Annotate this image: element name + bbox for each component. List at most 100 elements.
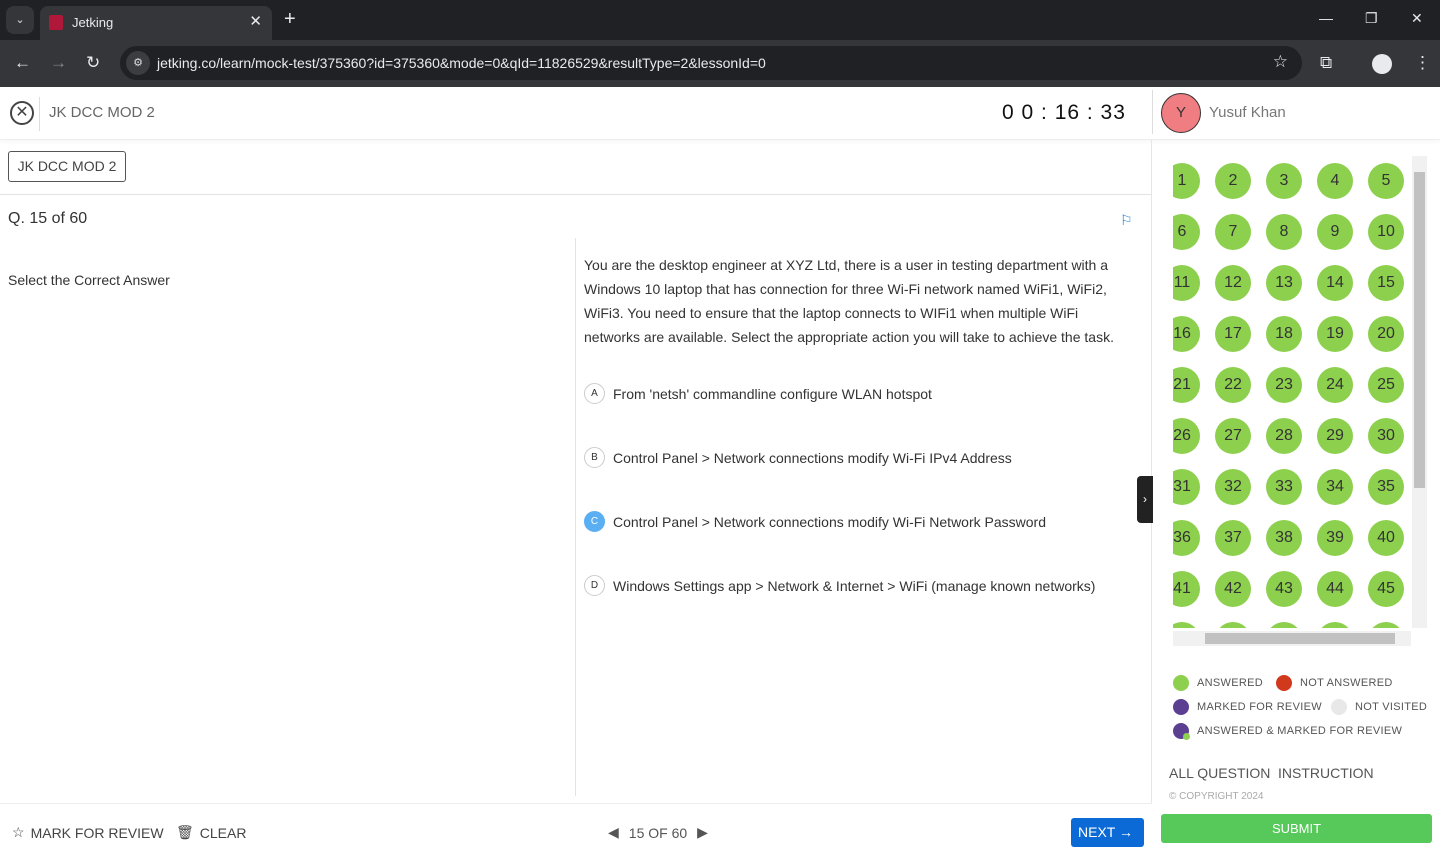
question-button-6[interactable]: 6 bbox=[1173, 214, 1200, 250]
trash-icon: 🗑 bbox=[176, 824, 194, 840]
all-question-link[interactable]: ALL QUESTION bbox=[1169, 765, 1270, 781]
question-button-18[interactable]: 18 bbox=[1266, 316, 1302, 352]
question-button-2[interactable]: 2 bbox=[1215, 163, 1251, 199]
pager-text: 15 OF 60 bbox=[628, 824, 688, 841]
question-button-17[interactable]: 17 bbox=[1215, 316, 1251, 352]
question-button-46[interactable]: 46 bbox=[1173, 622, 1200, 628]
next-icon[interactable]: ▶ bbox=[697, 824, 708, 841]
close-test-icon[interactable]: ✕ bbox=[10, 101, 34, 125]
option-a[interactable]: A From 'netsh' commandline configure WLAN… bbox=[584, 383, 932, 404]
question-button-22[interactable]: 22 bbox=[1215, 367, 1251, 403]
reload-icon[interactable]: ↻ bbox=[86, 53, 100, 73]
question-button-7[interactable]: 7 bbox=[1215, 214, 1251, 250]
question-button-45[interactable]: 45 bbox=[1368, 571, 1404, 607]
question-button-40[interactable]: 40 bbox=[1368, 520, 1404, 556]
legend-label: NOT VISITED bbox=[1355, 701, 1428, 713]
menu-icon[interactable]: ⋮ bbox=[1414, 53, 1431, 73]
question-button-31[interactable]: 31 bbox=[1173, 469, 1200, 505]
question-button-10[interactable]: 10 bbox=[1368, 214, 1404, 250]
collapse-panel-button[interactable]: › bbox=[1137, 476, 1153, 523]
question-button-8[interactable]: 8 bbox=[1266, 214, 1302, 250]
question-button-27[interactable]: 27 bbox=[1215, 418, 1251, 454]
close-tab-icon[interactable]: ✕ bbox=[249, 12, 262, 30]
question-button-13[interactable]: 13 bbox=[1266, 265, 1302, 301]
legend-not-answered: NOT ANSWERED bbox=[1276, 675, 1393, 691]
question-button-25[interactable]: 25 bbox=[1368, 367, 1404, 403]
question-button-24[interactable]: 24 bbox=[1317, 367, 1353, 403]
site-settings-icon[interactable]: ⚙ bbox=[126, 51, 150, 75]
question-button-47[interactable]: 47 bbox=[1215, 622, 1251, 628]
instruction-link[interactable]: INSTRUCTION bbox=[1278, 765, 1374, 781]
close-window-button[interactable]: ✕ bbox=[1411, 10, 1423, 27]
option-text: Control Panel > Network connections modi… bbox=[613, 449, 1012, 466]
mark-for-review-button[interactable]: ☆ MARK FOR REVIEW bbox=[12, 824, 164, 841]
timer: 0 0 : 16 : 33 bbox=[1002, 101, 1126, 124]
question-button-20[interactable]: 20 bbox=[1368, 316, 1404, 352]
question-button-4[interactable]: 4 bbox=[1317, 163, 1353, 199]
profile-icon[interactable] bbox=[1372, 54, 1392, 74]
browser-tab[interactable]: Jetking ✕ bbox=[40, 6, 272, 40]
flag-icon[interactable]: ⚐ bbox=[1120, 212, 1133, 229]
url-text[interactable]: jetking.co/learn/mock-test/375360?id=375… bbox=[157, 55, 766, 71]
question-button-12[interactable]: 12 bbox=[1215, 265, 1251, 301]
extensions-icon[interactable]: ⧉ bbox=[1320, 53, 1332, 73]
next-button[interactable]: NEXT → bbox=[1071, 818, 1144, 847]
question-button-37[interactable]: 37 bbox=[1215, 520, 1251, 556]
minimize-button[interactable]: — bbox=[1319, 10, 1333, 26]
question-button-49[interactable]: 49 bbox=[1317, 622, 1353, 628]
copyright: © COPYRIGHT 2024 bbox=[1169, 791, 1264, 802]
submit-button[interactable]: SUBMIT bbox=[1161, 814, 1432, 843]
tab-search-button[interactable]: ⌄ bbox=[6, 6, 34, 34]
question-button-15[interactable]: 15 bbox=[1368, 265, 1404, 301]
question-button-43[interactable]: 43 bbox=[1266, 571, 1302, 607]
question-button-32[interactable]: 32 bbox=[1215, 469, 1251, 505]
forward-icon[interactable]: → bbox=[50, 53, 67, 73]
question-button-39[interactable]: 39 bbox=[1317, 520, 1353, 556]
palette-horizontal-scrollbar[interactable] bbox=[1173, 631, 1411, 646]
question-button-5[interactable]: 5 bbox=[1368, 163, 1404, 199]
question-button-23[interactable]: 23 bbox=[1266, 367, 1302, 403]
question-button-34[interactable]: 34 bbox=[1317, 469, 1353, 505]
clear-button[interactable]: 🗑 CLEAR bbox=[176, 824, 246, 841]
question-button-14[interactable]: 14 bbox=[1317, 265, 1353, 301]
option-c[interactable]: C Control Panel > Network connections mod… bbox=[584, 511, 1046, 532]
option-letter: D bbox=[584, 575, 605, 596]
question-button-38[interactable]: 38 bbox=[1266, 520, 1302, 556]
section-tab[interactable]: JK DCC MOD 2 bbox=[8, 151, 126, 182]
question-button-26[interactable]: 26 bbox=[1173, 418, 1200, 454]
question-button-50[interactable]: 50 bbox=[1368, 622, 1404, 628]
not-answered-dot-icon bbox=[1276, 675, 1292, 691]
question-button-16[interactable]: 16 bbox=[1173, 316, 1200, 352]
question-button-42[interactable]: 42 bbox=[1215, 571, 1251, 607]
question-button-30[interactable]: 30 bbox=[1368, 418, 1404, 454]
question-button-48[interactable]: 48 bbox=[1266, 622, 1302, 628]
option-b[interactable]: B Control Panel > Network connections mod… bbox=[584, 447, 1012, 468]
question-button-35[interactable]: 35 bbox=[1368, 469, 1404, 505]
divider bbox=[39, 97, 40, 131]
divider bbox=[0, 194, 1152, 195]
question-button-33[interactable]: 33 bbox=[1266, 469, 1302, 505]
marked-dot-icon bbox=[1173, 699, 1189, 715]
answered-dot-icon bbox=[1173, 675, 1189, 691]
question-button-3[interactable]: 3 bbox=[1266, 163, 1302, 199]
question-button-19[interactable]: 19 bbox=[1317, 316, 1353, 352]
avatar: Y bbox=[1161, 93, 1201, 133]
question-button-21[interactable]: 21 bbox=[1173, 367, 1200, 403]
question-button-41[interactable]: 41 bbox=[1173, 571, 1200, 607]
option-d[interactable]: D Windows Settings app > Network & Intern… bbox=[584, 575, 1095, 596]
question-button-9[interactable]: 9 bbox=[1317, 214, 1353, 250]
question-button-28[interactable]: 28 bbox=[1266, 418, 1302, 454]
new-tab-button[interactable]: + bbox=[284, 8, 296, 31]
question-button-1[interactable]: 1 bbox=[1173, 163, 1200, 199]
question-button-11[interactable]: 11 bbox=[1173, 265, 1200, 301]
palette-vertical-scrollbar[interactable] bbox=[1412, 156, 1427, 628]
question-button-29[interactable]: 29 bbox=[1317, 418, 1353, 454]
back-icon[interactable]: ← bbox=[14, 53, 31, 73]
option-text: Windows Settings app > Network & Interne… bbox=[613, 577, 1096, 594]
prev-icon[interactable]: ◀ bbox=[608, 824, 619, 841]
bookmark-star-icon[interactable]: ☆ bbox=[1273, 52, 1288, 72]
question-button-36[interactable]: 36 bbox=[1173, 520, 1200, 556]
address-bar[interactable]: ⚙ jetking.co/learn/mock-test/375360?id=3… bbox=[120, 46, 1302, 80]
restore-button[interactable]: ❐ bbox=[1365, 10, 1378, 27]
question-button-44[interactable]: 44 bbox=[1317, 571, 1353, 607]
